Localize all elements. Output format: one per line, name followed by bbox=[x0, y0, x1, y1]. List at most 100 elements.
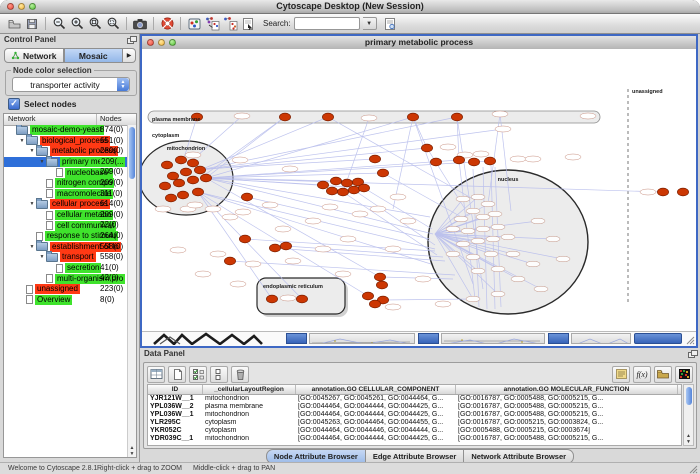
network-node[interactable] bbox=[239, 235, 250, 243]
network-node[interactable] bbox=[421, 144, 432, 152]
minimized-view-preview[interactable] bbox=[309, 333, 415, 344]
network-label-node[interactable] bbox=[235, 209, 251, 215]
network-label-node[interactable] bbox=[446, 251, 460, 257]
network-label-node[interactable] bbox=[565, 154, 581, 160]
tree-item-nitrogen-compo[interactable]: nitrogen compo209(0) bbox=[4, 178, 127, 189]
network-label-node[interactable] bbox=[476, 214, 490, 220]
network-node[interactable] bbox=[377, 169, 388, 177]
region-nucleus[interactable] bbox=[428, 170, 588, 314]
network-label-node[interactable] bbox=[454, 216, 468, 222]
network-node[interactable] bbox=[269, 244, 280, 252]
node-color-dropdown[interactable]: transporter activity ▲▼ bbox=[12, 77, 130, 92]
network-node[interactable] bbox=[330, 177, 341, 185]
network-node[interactable] bbox=[451, 113, 462, 121]
attribute-table-header[interactable]: ID_cellularLayoutRegionannotation.GO CEL… bbox=[148, 385, 681, 395]
network-node[interactable] bbox=[369, 155, 380, 163]
network-node[interactable] bbox=[341, 179, 352, 187]
network-label-node[interactable] bbox=[492, 111, 508, 117]
network-label-node[interactable] bbox=[170, 247, 186, 253]
zoom-fit-icon[interactable] bbox=[86, 15, 104, 32]
network-label-node[interactable] bbox=[262, 202, 278, 208]
tree-item-biological-process[interactable]: ▼biological_process651(0) bbox=[4, 136, 127, 147]
network-label-node[interactable] bbox=[491, 266, 505, 272]
network-label-node[interactable] bbox=[491, 224, 505, 230]
tree-item-response-to-stimulu[interactable]: response to stimulu264(0) bbox=[4, 231, 127, 242]
table-row[interactable]: YPL036W__2plasma membrane[GO:0044464, GO… bbox=[148, 403, 681, 411]
network-label-node[interactable] bbox=[473, 151, 489, 157]
table-row[interactable]: YKR052Ccytoplasm[GO:0044464, GO:0044446,… bbox=[148, 427, 681, 435]
disclosure-triangle-icon[interactable]: ▼ bbox=[28, 244, 36, 250]
tree-item-secretion[interactable]: secretion41(0) bbox=[4, 263, 127, 274]
minimized-window-titlebar[interactable] bbox=[634, 333, 682, 344]
window-resize-grip[interactable] bbox=[687, 463, 698, 474]
network-label-node[interactable] bbox=[435, 301, 451, 307]
network-node[interactable] bbox=[224, 257, 235, 265]
network-node[interactable] bbox=[177, 191, 188, 199]
network-graph[interactable]: plasma membranecytoplasmmitochondrionnuc… bbox=[142, 49, 696, 333]
tree-scrollbar[interactable]: ▲▼ bbox=[127, 125, 136, 457]
network-label-node[interactable] bbox=[466, 254, 480, 260]
network-label-node[interactable] bbox=[525, 156, 541, 162]
network-node[interactable] bbox=[296, 295, 307, 303]
network-node[interactable] bbox=[159, 182, 170, 190]
network-node[interactable] bbox=[358, 184, 369, 192]
disclosure-triangle-icon[interactable]: ▼ bbox=[38, 254, 46, 260]
table-row[interactable]: YJR121W__1mitochondrion[GO:0045267, GO:0… bbox=[148, 395, 681, 403]
network-label-node[interactable] bbox=[390, 194, 406, 200]
tab-network[interactable]: Network bbox=[4, 48, 64, 63]
tab-overflow-arrow[interactable]: ▶ bbox=[123, 48, 136, 63]
network-node[interactable] bbox=[468, 158, 479, 166]
minimized-view-preview[interactable] bbox=[571, 333, 631, 344]
network-node[interactable] bbox=[657, 188, 668, 196]
network-node[interactable] bbox=[187, 159, 198, 167]
network-label-node[interactable] bbox=[510, 156, 526, 162]
network-label-node[interactable] bbox=[471, 268, 485, 274]
network-label-node[interactable] bbox=[501, 234, 515, 240]
network-node[interactable] bbox=[180, 168, 191, 176]
attribute-table-icon[interactable] bbox=[147, 366, 165, 383]
network-node[interactable] bbox=[167, 172, 178, 180]
table-row[interactable]: YDR039C__1mitochondrion[GO:0044464, GO:0… bbox=[148, 435, 681, 443]
minimized-window-button[interactable] bbox=[548, 333, 569, 344]
title-bar[interactable]: Cytoscape Desktop (New Session) bbox=[0, 0, 700, 14]
network-label-node[interactable] bbox=[205, 206, 221, 212]
network-label-node[interactable] bbox=[370, 206, 386, 212]
float-panel-icon[interactable] bbox=[688, 350, 696, 357]
network-label-node[interactable] bbox=[456, 241, 470, 247]
network-node[interactable] bbox=[348, 186, 359, 194]
network-label-node[interactable] bbox=[361, 115, 377, 121]
network-label-node[interactable] bbox=[285, 258, 301, 264]
network-label-node[interactable] bbox=[461, 228, 475, 234]
tree-item-cellular-process[interactable]: ▼cellular process614(0) bbox=[4, 199, 127, 210]
tree-item-unassigned[interactable]: unassigned223(0) bbox=[4, 284, 127, 295]
tree-item-mosaic-demo-yeast[interactable]: mosaic-demo-yeast874(0) bbox=[4, 125, 127, 136]
matrix-view-icon[interactable] bbox=[675, 366, 693, 383]
tree-item-establishment-of-lo[interactable]: ▼establishment of lo558(0) bbox=[4, 242, 127, 253]
tree-scrollbar-arrows[interactable]: ▲▼ bbox=[128, 445, 136, 457]
network-node[interactable] bbox=[200, 174, 211, 182]
table-scrollbar-thumb[interactable] bbox=[686, 387, 692, 405]
tab-mosaic[interactable]: Mosaic bbox=[64, 48, 124, 63]
duplicate-network-view-icon[interactable] bbox=[221, 15, 239, 32]
network-label-node[interactable] bbox=[534, 286, 548, 292]
tree-item-overview[interactable]: Overview8(0) bbox=[4, 295, 127, 306]
network-label-node[interactable] bbox=[476, 226, 490, 232]
network-label-node[interactable] bbox=[195, 271, 211, 277]
tree-item-transport[interactable]: ▼transport558(0) bbox=[4, 252, 127, 263]
table-scrollbar[interactable]: ▲▼ bbox=[683, 384, 694, 446]
table-scrollbar-arrows[interactable]: ▲▼ bbox=[684, 433, 693, 445]
network-label-node[interactable] bbox=[187, 202, 203, 208]
network-label-node[interactable] bbox=[230, 281, 246, 287]
help-icon[interactable] bbox=[158, 15, 176, 32]
network-label-node[interactable] bbox=[322, 204, 338, 210]
network-label-node[interactable] bbox=[506, 251, 520, 257]
disclosure-triangle-icon[interactable]: ▼ bbox=[28, 148, 36, 154]
network-node[interactable] bbox=[187, 176, 198, 184]
network-label-node[interactable] bbox=[526, 261, 540, 267]
tree-item-cellular-metabo[interactable]: cellular metabo209(0) bbox=[4, 210, 127, 221]
save-session-icon[interactable] bbox=[23, 15, 41, 32]
network-label-node[interactable] bbox=[466, 296, 480, 302]
network-label-node[interactable] bbox=[222, 214, 238, 220]
select-nodes-checkbox[interactable]: ✓ bbox=[8, 98, 20, 110]
network-label-node[interactable] bbox=[232, 157, 248, 163]
